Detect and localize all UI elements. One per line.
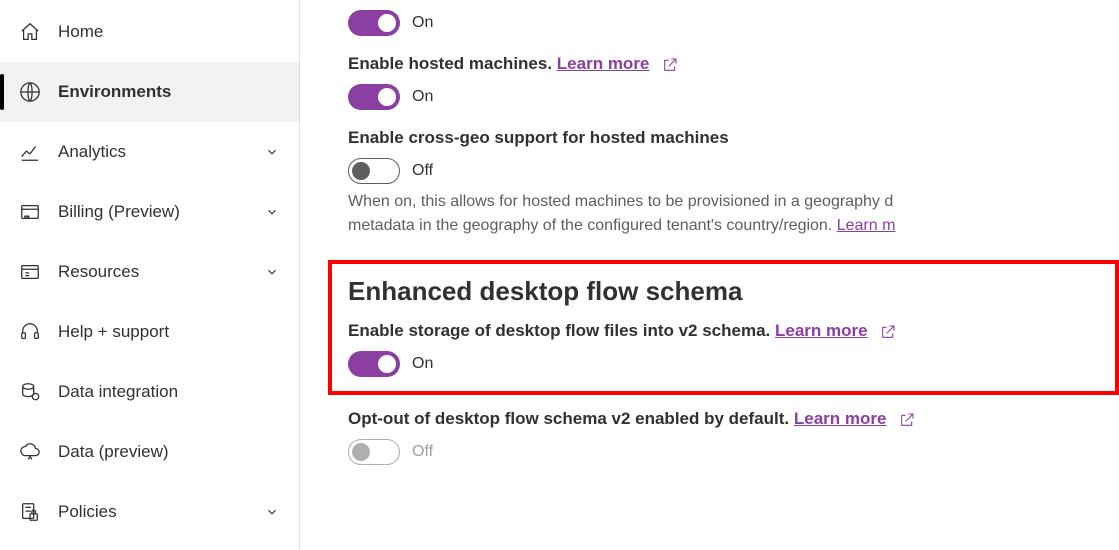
external-link-icon	[662, 57, 678, 73]
toggle-state: On	[412, 88, 433, 106]
sidebar-item-home[interactable]: Home	[0, 2, 299, 62]
chevron-down-icon	[263, 143, 281, 161]
learn-more-link[interactable]: Learn more	[557, 54, 650, 73]
learn-more-link[interactable]: Learn more	[775, 321, 868, 340]
sidebar-item-data-integration[interactable]: Data integration	[0, 362, 299, 422]
sidebar-item-billing[interactable]: Billing (Preview)	[0, 182, 299, 242]
sidebar-item-label: Policies	[58, 502, 263, 522]
sidebar-item-resources[interactable]: Resources	[0, 242, 299, 302]
highlighted-section: Enhanced desktop flow schema Enable stor…	[328, 260, 1119, 395]
chevron-down-icon	[263, 503, 281, 521]
sidebar-item-label: Data (preview)	[58, 442, 281, 462]
sidebar-item-label: Analytics	[58, 142, 263, 162]
learn-more-link[interactable]: Learn more	[794, 409, 887, 428]
external-link-icon	[880, 324, 896, 340]
chevron-down-icon	[263, 203, 281, 221]
setting-opt-out: Opt-out of desktop flow schema v2 enable…	[348, 409, 1119, 465]
data-integration-icon	[18, 380, 42, 404]
toggle-v2-schema[interactable]	[348, 351, 400, 377]
billing-icon	[18, 200, 42, 224]
sidebar-item-label: Resources	[58, 262, 263, 282]
headset-icon	[18, 320, 42, 344]
toggle-partial-top[interactable]	[348, 10, 400, 36]
globe-icon	[18, 80, 42, 104]
toggle-hosted-machines[interactable]	[348, 84, 400, 110]
setting-description: When on, this allows for hosted machines…	[348, 190, 1119, 238]
sidebar-item-analytics[interactable]: Analytics	[0, 122, 299, 182]
setting-title-text: Enable cross-geo support for hosted mach…	[348, 128, 1119, 148]
data-preview-icon	[18, 440, 42, 464]
chevron-down-icon	[263, 263, 281, 281]
sidebar-item-environments[interactable]: Environments	[0, 62, 299, 122]
resources-icon	[18, 260, 42, 284]
toggle-state: Off	[412, 162, 433, 180]
sidebar-item-label: Home	[58, 22, 281, 42]
setting-partial-top: On	[348, 10, 1119, 36]
section-heading: Enhanced desktop flow schema	[348, 276, 1099, 307]
toggle-state: On	[412, 14, 433, 32]
sidebar-item-help[interactable]: Help + support	[0, 302, 299, 362]
setting-title-text: Opt-out of desktop flow schema v2 enable…	[348, 409, 789, 428]
analytics-icon	[18, 140, 42, 164]
toggle-cross-geo[interactable]	[348, 158, 400, 184]
sidebar-item-label: Billing (Preview)	[58, 202, 263, 222]
setting-hosted-machines: Enable hosted machines. Learn more On	[348, 54, 1119, 110]
external-link-icon	[899, 412, 915, 428]
sidebar: Home Environments Analytics Billing (Pre…	[0, 0, 300, 550]
sidebar-item-label: Data integration	[58, 382, 281, 402]
toggle-opt-out[interactable]	[348, 439, 400, 465]
sidebar-item-data-preview[interactable]: Data (preview)	[0, 422, 299, 482]
settings-content: On Enable hosted machines. Learn more On…	[300, 0, 1119, 550]
learn-more-link[interactable]: Learn m	[837, 217, 896, 234]
setting-title-text: Enable hosted machines.	[348, 54, 552, 73]
sidebar-item-policies[interactable]: Policies	[0, 482, 299, 542]
home-icon	[18, 20, 42, 44]
policies-icon	[18, 500, 42, 524]
toggle-state: Off	[412, 443, 433, 461]
setting-title-text: Enable storage of desktop flow files int…	[348, 321, 770, 340]
toggle-state: On	[412, 355, 433, 373]
sidebar-item-label: Help + support	[58, 322, 281, 342]
setting-cross-geo: Enable cross-geo support for hosted mach…	[348, 128, 1119, 238]
sidebar-item-label: Environments	[58, 82, 281, 102]
